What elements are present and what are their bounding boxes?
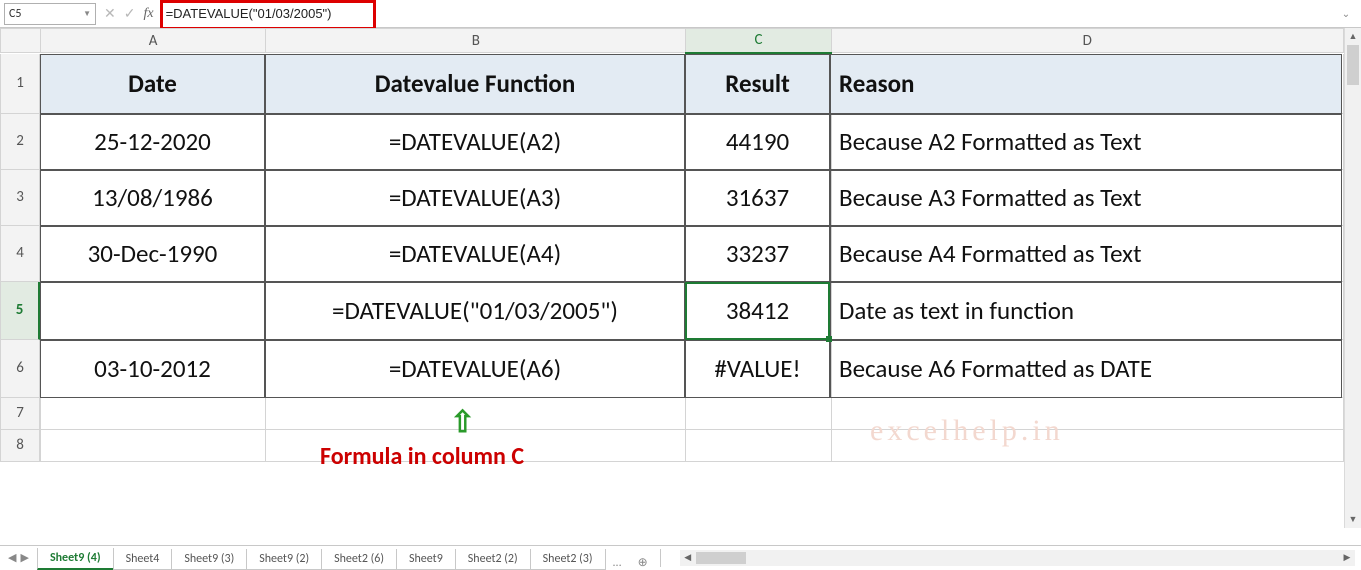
fill-handle[interactable]	[826, 336, 832, 342]
name-box[interactable]: C5 ▼	[4, 3, 96, 25]
cell-D6[interactable]: Because A6 Formatted as DATE	[830, 340, 1342, 398]
sheet-tab[interactable]: Sheet2 (3)	[530, 549, 606, 570]
formula-bar-expand-icon[interactable]: ⌄	[1337, 7, 1355, 20]
row-header-3[interactable]: 3	[0, 170, 40, 226]
watermark-text: excelhelp.in	[870, 414, 1064, 448]
row-header-2[interactable]: 2	[0, 114, 40, 170]
row-header-7[interactable]: 7	[0, 398, 40, 430]
tab-nav-prev-icon[interactable]: ◀	[8, 551, 16, 564]
formula-bar-icons: ✕ ✓	[104, 5, 135, 22]
tab-nav: ◀ ▶	[0, 551, 37, 564]
accept-icon: ✓	[124, 5, 136, 22]
name-box-value: C5	[9, 7, 21, 21]
cell-A4[interactable]: 30-Dec-1990	[40, 226, 265, 282]
row-header-8[interactable]: 8	[0, 430, 40, 462]
vertical-scrollbar[interactable]: ▲ ▼	[1344, 28, 1361, 528]
cell-C3[interactable]: 31637	[685, 170, 830, 226]
cell-B2[interactable]: =DATEVALUE(A2)	[265, 114, 685, 170]
cell-D4[interactable]: Because A4 Formatted as Text	[830, 226, 1342, 282]
tab-more[interactable]: ...	[605, 556, 630, 570]
annotation-text: Formula in column C	[320, 442, 524, 471]
col-header-C[interactable]: C	[686, 29, 831, 53]
sheet-tab[interactable]: Sheet2 (2)	[455, 549, 531, 570]
cell-C5[interactable]: 38412	[685, 282, 830, 340]
sheet-tab[interactable]: Sheet2 (6)	[321, 549, 397, 570]
scroll-thumb[interactable]	[1347, 45, 1359, 85]
cell-B5[interactable]: =DATEVALUE("01/03/2005")	[265, 282, 685, 340]
sheet-tabs: Sheet9 (4) Sheet4 Sheet9 (3) Sheet9 (2) …	[37, 546, 656, 570]
sheet-tab-bar: ◀ ▶ Sheet9 (4) Sheet4 Sheet9 (3) Sheet9 …	[0, 545, 1361, 569]
cell-D1[interactable]: Reason	[830, 54, 1342, 114]
select-all-corner[interactable]	[1, 29, 41, 53]
sheet-tab[interactable]: Sheet9 (2)	[246, 549, 322, 570]
cell-A6[interactable]: 03-10-2012	[40, 340, 265, 398]
col-header-D[interactable]: D	[831, 29, 1343, 53]
scroll-up-icon[interactable]: ▲	[1345, 28, 1361, 45]
cell-D5[interactable]: Date as text in function	[830, 282, 1342, 340]
cell-B4[interactable]: =DATEVALUE(A4)	[265, 226, 685, 282]
scroll-right-icon[interactable]: ▶	[1339, 550, 1355, 566]
cell-B3[interactable]: =DATEVALUE(A3)	[265, 170, 685, 226]
fx-icon[interactable]: fx	[143, 6, 153, 22]
row-header-1[interactable]: 1	[0, 54, 40, 114]
row-header-5[interactable]: 5	[0, 282, 40, 340]
cell-B6[interactable]: =DATEVALUE(A6)	[265, 340, 685, 398]
column-headers: A B C D	[0, 28, 1344, 54]
cell-B1[interactable]: Datevalue Function	[265, 54, 685, 114]
cancel-icon: ✕	[104, 5, 116, 22]
tab-nav-next-icon[interactable]: ▶	[20, 551, 28, 564]
sheet-tab[interactable]: Sheet9	[396, 549, 456, 570]
cell-C1[interactable]: Result	[685, 54, 830, 114]
scroll-left-icon[interactable]: ◀	[680, 550, 696, 566]
annotation-arrow-icon: ⇧	[450, 404, 475, 441]
formula-bar: C5 ▼ ✕ ✓ fx ⌄	[0, 0, 1361, 28]
tab-splitter[interactable]	[660, 549, 670, 567]
cell-A2[interactable]: 25-12-2020	[40, 114, 265, 170]
cell-A1[interactable]: Date	[40, 54, 265, 114]
cell-C2[interactable]: 44190	[685, 114, 830, 170]
col-header-B[interactable]: B	[266, 29, 686, 53]
sheet-tab[interactable]: Sheet9 (4)	[37, 548, 114, 570]
spreadsheet-grid[interactable]: A B C D 1 2 3 4 5 6 7 8	[0, 28, 1361, 528]
formula-input[interactable]	[160, 4, 1337, 23]
cell-A5[interactable]	[40, 282, 265, 340]
horizontal-scrollbar[interactable]: ◀ ▶	[680, 550, 1355, 566]
row-header-4[interactable]: 4	[0, 226, 40, 282]
sheet-tab[interactable]: Sheet4	[113, 549, 173, 570]
scroll-down-icon[interactable]: ▼	[1345, 511, 1361, 528]
cell-C4[interactable]: 33237	[685, 226, 830, 282]
cell-D2[interactable]: Because A2 Formatted as Text	[830, 114, 1342, 170]
row-headers: 1 2 3 4 5 6 7 8	[0, 54, 40, 463]
add-sheet-icon[interactable]: ⊕	[630, 555, 656, 570]
hscroll-thumb[interactable]	[696, 552, 746, 564]
cell-C6[interactable]: #VALUE!	[685, 340, 830, 398]
name-box-dropdown-icon[interactable]: ▼	[83, 9, 91, 19]
col-header-A[interactable]: A	[41, 29, 266, 53]
row-header-6[interactable]: 6	[0, 340, 40, 398]
sheet-tab[interactable]: Sheet9 (3)	[171, 549, 247, 570]
cell-A3[interactable]: 13/08/1986	[40, 170, 265, 226]
cell-D3[interactable]: Because A3 Formatted as Text	[830, 170, 1342, 226]
